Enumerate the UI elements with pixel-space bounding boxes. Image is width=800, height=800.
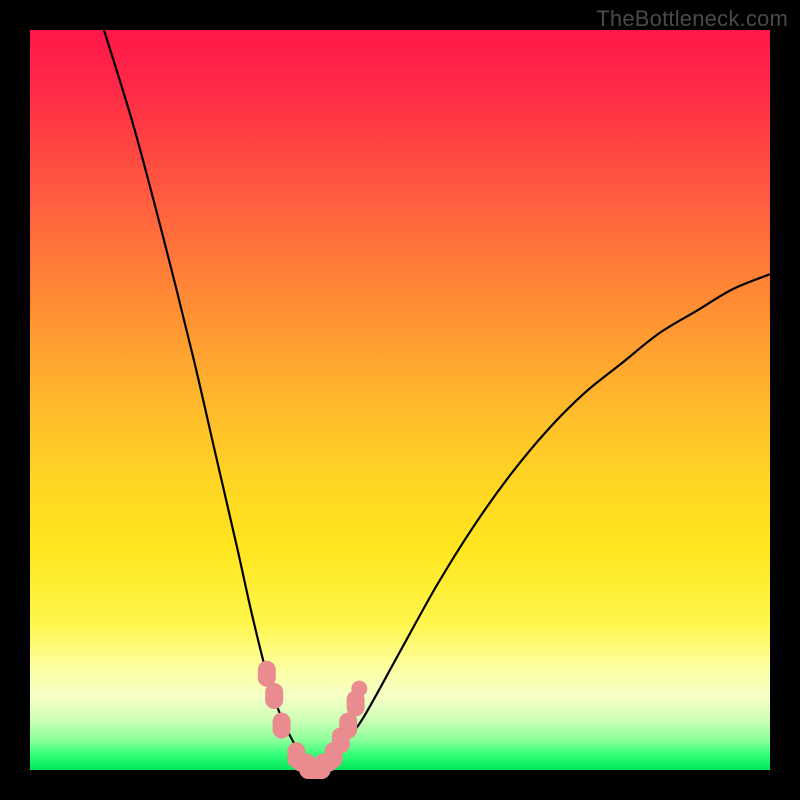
marker-point [339, 713, 357, 739]
marker-point [265, 683, 283, 709]
plot-area [30, 30, 770, 770]
chart-frame: TheBottleneck.com [0, 0, 800, 800]
marker-point [258, 661, 276, 687]
watermark-text: TheBottleneck.com [596, 6, 788, 32]
marker-point [273, 713, 291, 739]
highlighted-range [258, 661, 368, 779]
marker-point [351, 681, 367, 697]
chart-svg [30, 30, 770, 770]
bottleneck-curve [104, 30, 770, 771]
